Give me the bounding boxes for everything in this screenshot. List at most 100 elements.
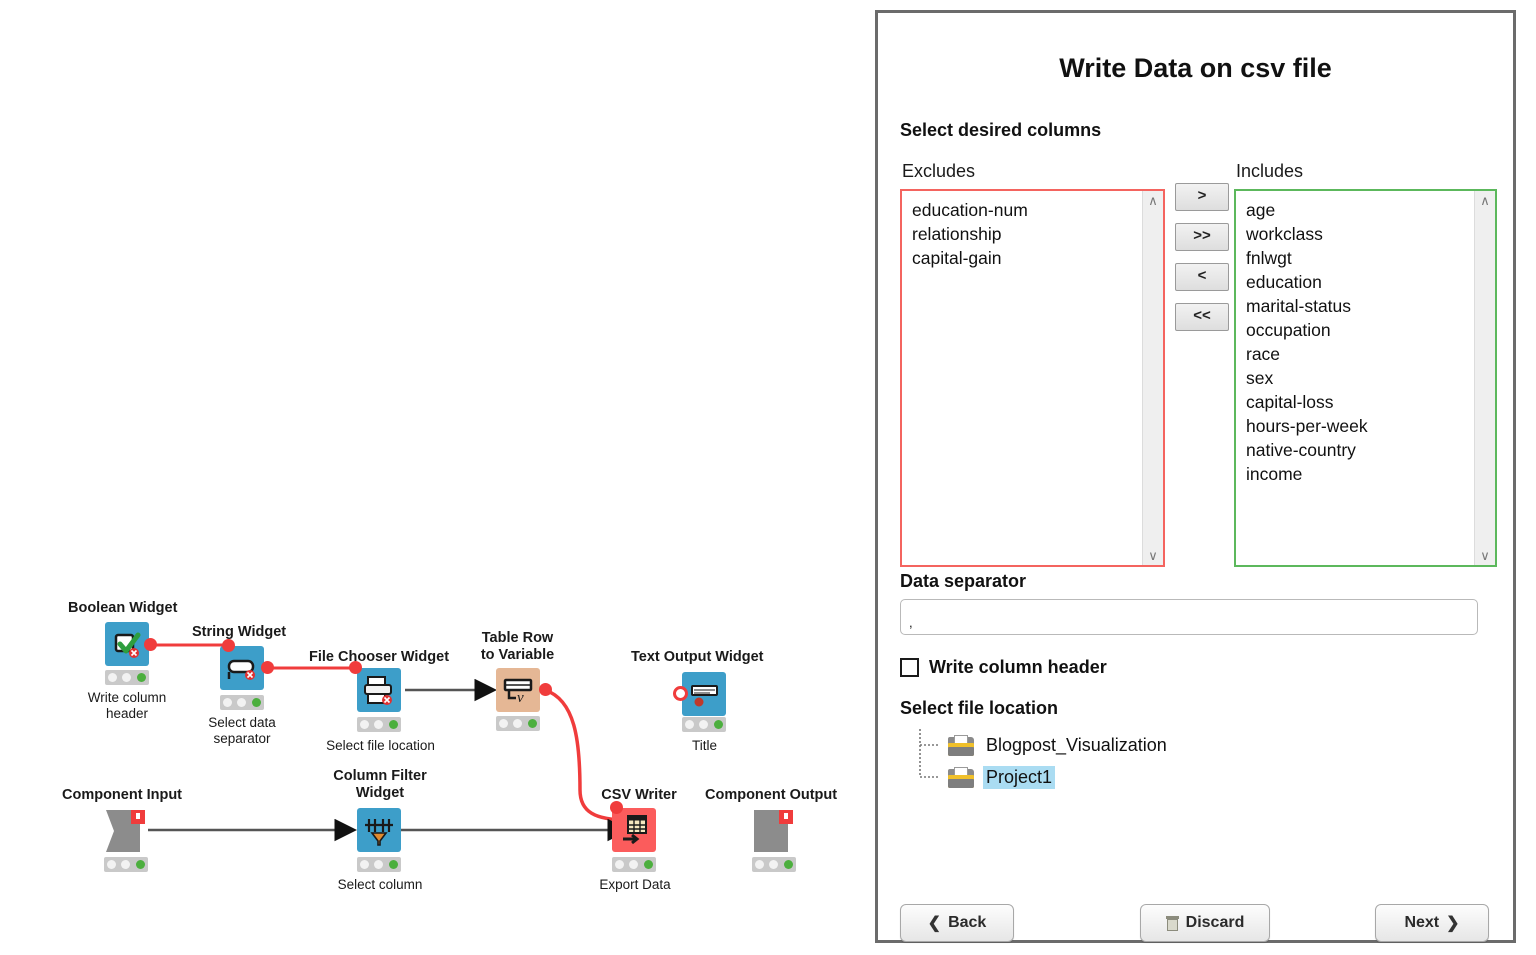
move-left-button[interactable]: < bbox=[1175, 263, 1229, 291]
node-icon-csv-writer[interactable] bbox=[612, 808, 656, 852]
node-status-component-input bbox=[104, 857, 148, 872]
includes-item[interactable]: native-country bbox=[1246, 438, 1474, 462]
node-title: Component Output bbox=[705, 787, 838, 803]
node-title: Table Row to Variable bbox=[480, 630, 555, 664]
scroll-down-icon[interactable]: ∨ bbox=[1480, 549, 1490, 562]
includes-item[interactable]: hours-per-week bbox=[1246, 414, 1474, 438]
column-selector: Excludes Includes education-num relations… bbox=[878, 161, 1513, 571]
write-column-header-row[interactable]: Write column header bbox=[900, 657, 1513, 678]
includes-label: Includes bbox=[1236, 161, 1304, 181]
excludes-listbox[interactable]: education-num relationship capital-gain ∧ … bbox=[900, 189, 1165, 567]
svg-text:v: v bbox=[517, 690, 524, 706]
node-label: Select data separator bbox=[208, 715, 276, 746]
data-separator-input[interactable] bbox=[900, 599, 1478, 635]
node-title: Text Output Widget bbox=[631, 649, 764, 665]
node-status-table-row-to-variable bbox=[496, 716, 540, 731]
status-lamp bbox=[614, 860, 624, 869]
move-right-button[interactable]: > bbox=[1175, 183, 1229, 211]
node-icon-boolean-widget[interactable] bbox=[105, 622, 149, 666]
discard-button-label: Discard bbox=[1185, 914, 1245, 931]
dialog-title: Write Data on csv file bbox=[1059, 53, 1332, 83]
node-label: Write column header bbox=[87, 690, 167, 721]
component-input-shape-icon bbox=[106, 810, 145, 852]
text-field-icon bbox=[227, 659, 255, 680]
file-stack-icon bbox=[364, 676, 392, 705]
includes-item[interactable]: marital-status bbox=[1246, 294, 1474, 318]
node-title: Component Input bbox=[62, 787, 183, 803]
node-icon-component-output[interactable] bbox=[752, 808, 802, 859]
screenshot-root: Boolean Widget Write column header Strin… bbox=[0, 0, 1536, 955]
excludes-label: Excludes bbox=[902, 161, 976, 181]
scroll-down-icon[interactable]: ∨ bbox=[1148, 549, 1158, 562]
node-icon-component-input[interactable] bbox=[104, 808, 154, 859]
includes-item[interactable]: capital-loss bbox=[1246, 390, 1474, 414]
node-icon-table-row-to-variable[interactable]: v bbox=[496, 668, 540, 712]
includes-item[interactable]: race bbox=[1246, 342, 1474, 366]
component-output-shape-icon bbox=[754, 810, 793, 852]
node-status-csv-writer bbox=[612, 857, 656, 872]
excludes-items[interactable]: education-num relationship capital-gain bbox=[902, 191, 1142, 565]
node-status-text-output-widget bbox=[682, 717, 726, 732]
move-all-left-button[interactable]: << bbox=[1175, 303, 1229, 331]
text-output-icon bbox=[691, 685, 718, 707]
select-columns-heading: Select desired columns bbox=[900, 120, 1102, 140]
write-csv-dialog: Write Data on csv file Select desired co… bbox=[875, 10, 1516, 943]
includes-scrollbar[interactable]: ∧ ∨ bbox=[1474, 191, 1495, 565]
status-lamp-active bbox=[528, 719, 538, 728]
node-title: CSV Writer bbox=[601, 787, 677, 803]
includes-item[interactable]: education bbox=[1246, 270, 1474, 294]
node-port-in[interactable] bbox=[222, 639, 235, 652]
status-lamp bbox=[769, 860, 779, 869]
node-status-component-output bbox=[752, 857, 796, 872]
transfer-buttons[interactable]: > >> < << bbox=[1175, 183, 1229, 343]
next-button[interactable]: Next ❯ bbox=[1375, 904, 1489, 942]
node-port-out[interactable] bbox=[261, 661, 274, 674]
includes-item[interactable]: income bbox=[1246, 462, 1474, 486]
node-port-in-variable[interactable] bbox=[610, 801, 623, 814]
file-location-tree[interactable]: Blogpost_Visualization Project1 bbox=[914, 729, 1513, 793]
next-button-label: Next bbox=[1404, 914, 1440, 931]
node-port-in-unconnected[interactable] bbox=[673, 686, 688, 701]
includes-item[interactable]: age bbox=[1246, 198, 1474, 222]
back-button[interactable]: ❮ Back bbox=[900, 904, 1014, 942]
includes-items[interactable]: age workclass fnlwgt education marital-statu… bbox=[1236, 191, 1474, 565]
status-lamp bbox=[107, 673, 117, 682]
node-port-out[interactable] bbox=[144, 638, 157, 651]
tree-elbow-icon bbox=[919, 761, 940, 778]
status-lamp-active bbox=[784, 860, 794, 869]
includes-listbox[interactable]: age workclass fnlwgt education marital-statu… bbox=[1234, 189, 1497, 567]
status-lamp bbox=[513, 719, 523, 728]
includes-item[interactable]: fnlwgt bbox=[1246, 246, 1474, 270]
includes-item[interactable]: occupation bbox=[1246, 318, 1474, 342]
move-all-right-button[interactable]: >> bbox=[1175, 223, 1229, 251]
excludes-item[interactable]: relationship bbox=[912, 222, 1142, 246]
excludes-item[interactable]: capital-gain bbox=[912, 246, 1142, 270]
file-tree-item[interactable]: Project1 bbox=[914, 761, 1513, 793]
checkbox-check-icon bbox=[114, 632, 141, 658]
file-tree-item-label: Blogpost_Visualization bbox=[986, 734, 1167, 755]
scroll-up-icon[interactable]: ∧ bbox=[1148, 194, 1158, 207]
status-lamp bbox=[699, 720, 709, 729]
node-port-in[interactable] bbox=[349, 661, 362, 674]
excludes-scrollbar[interactable]: ∧ ∨ bbox=[1142, 191, 1163, 565]
includes-item[interactable]: sex bbox=[1246, 366, 1474, 390]
workflow-canvas[interactable]: Boolean Widget Write column header Strin… bbox=[0, 0, 870, 955]
scroll-up-icon[interactable]: ∧ bbox=[1480, 194, 1490, 207]
write-column-header-checkbox[interactable] bbox=[900, 658, 919, 677]
node-icon-file-chooser-widget[interactable] bbox=[357, 668, 401, 712]
file-tree-item[interactable]: Blogpost_Visualization bbox=[914, 729, 1513, 761]
node-port-out[interactable] bbox=[539, 683, 552, 696]
status-lamp-active bbox=[252, 698, 262, 707]
csv-write-icon bbox=[623, 815, 647, 845]
node-label: Title bbox=[691, 738, 717, 753]
node-icon-column-filter-widget[interactable] bbox=[357, 808, 401, 852]
folder-icon bbox=[948, 734, 974, 756]
node-label: Select column bbox=[337, 877, 423, 892]
tree-elbow-icon bbox=[919, 729, 940, 761]
node-icon-string-widget[interactable] bbox=[220, 646, 264, 690]
status-lamp bbox=[498, 719, 508, 728]
discard-button[interactable]: Discard bbox=[1140, 904, 1270, 942]
includes-item[interactable]: workclass bbox=[1246, 222, 1474, 246]
excludes-item[interactable]: education-num bbox=[912, 198, 1142, 222]
node-icon-text-output-widget[interactable] bbox=[682, 672, 726, 716]
